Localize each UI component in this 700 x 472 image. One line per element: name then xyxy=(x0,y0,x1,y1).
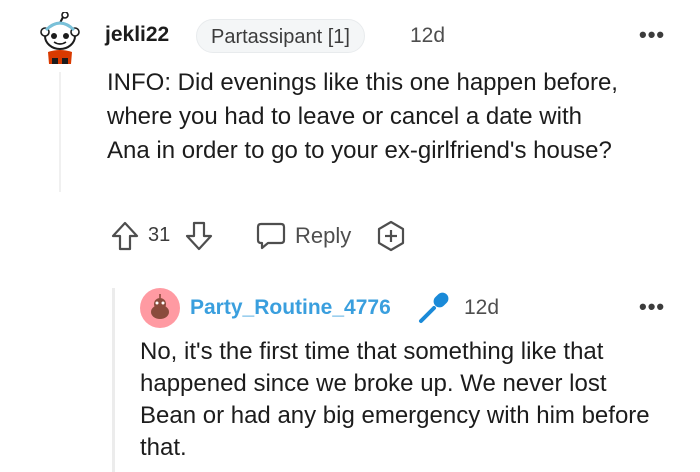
upvote-button[interactable] xyxy=(110,218,140,254)
upvote-arrow-icon xyxy=(111,221,139,251)
thread-line[interactable] xyxy=(112,288,115,472)
downvote-arrow-icon xyxy=(185,221,213,251)
reply-body: No, it's the first time that something l… xyxy=(140,338,650,461)
more-options-button[interactable]: ••• xyxy=(639,294,665,320)
reply-timestamp: 12d xyxy=(464,296,500,319)
user-flair-badge: Partassipant [1] xyxy=(196,19,365,53)
chat-bubble-icon xyxy=(256,222,286,250)
more-options-button[interactable]: ••• xyxy=(639,22,665,48)
comment-username[interactable]: jekli22 xyxy=(105,23,169,47)
thread-line[interactable] xyxy=(59,72,61,192)
reply-label: Reply xyxy=(295,223,352,248)
award-button[interactable] xyxy=(374,218,408,254)
vote-count: 31 xyxy=(148,224,171,246)
comment-body: INFO: Did evenings like this one happen … xyxy=(107,69,618,164)
microphone-icon xyxy=(416,290,452,331)
reply-button[interactable]: Reply xyxy=(255,218,351,254)
avatar[interactable] xyxy=(38,11,82,66)
award-plus-icon xyxy=(377,220,405,252)
comment-timestamp: 12d xyxy=(410,24,446,47)
avatar[interactable] xyxy=(140,288,180,328)
reply-username[interactable]: Party_Routine_4776 xyxy=(190,296,391,320)
downvote-button[interactable] xyxy=(184,218,214,254)
